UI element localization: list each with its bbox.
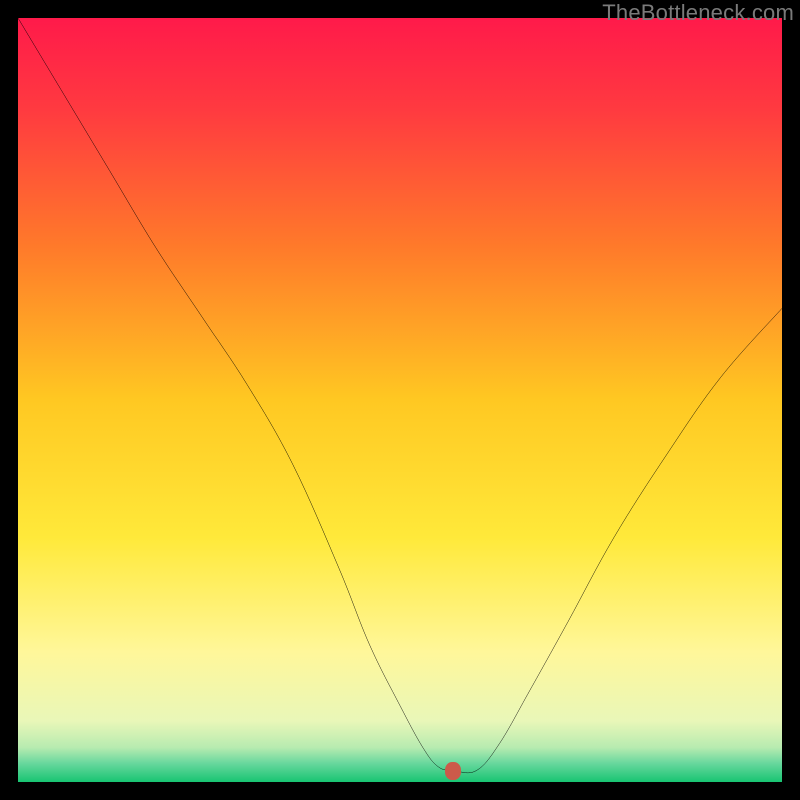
bottleneck-curve [18, 18, 782, 782]
optimal-point-marker [445, 762, 461, 780]
plot-area [18, 18, 782, 782]
chart-frame: TheBottleneck.com [0, 0, 800, 800]
watermark-text: TheBottleneck.com [602, 0, 794, 26]
